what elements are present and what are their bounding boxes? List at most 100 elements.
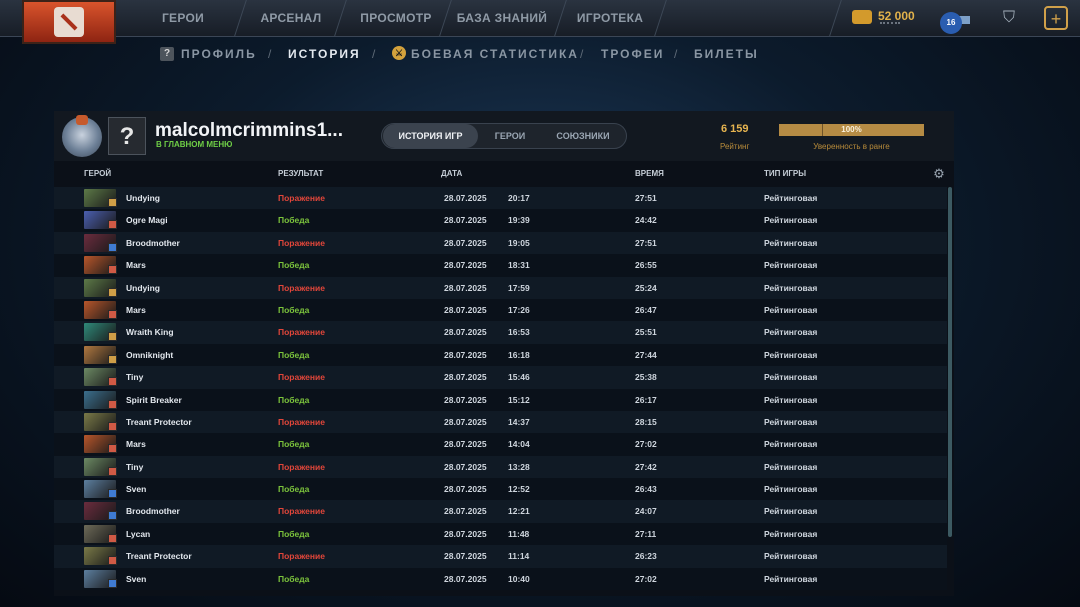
nav-arcade[interactable]: ИГРОТЕКА: [568, 0, 652, 36]
game-type: Рейтинговая: [764, 237, 818, 248]
game-type: Рейтинговая: [764, 439, 818, 450]
currency-amount: 52 000: [878, 9, 915, 23]
match-result: Поражение: [278, 551, 325, 562]
account-level-badge[interactable]: 16: [940, 12, 962, 34]
match-result: Поражение: [278, 372, 325, 383]
match-result: Победа: [278, 394, 310, 405]
hero-name: Treant Protector: [126, 551, 192, 562]
dota-logo-button[interactable]: [22, 0, 116, 44]
table-row[interactable]: Undying Поражение 28.07.2025 20:17 27:51…: [54, 187, 947, 210]
tab-heroes[interactable]: ГЕРОИ: [478, 124, 542, 148]
match-result: Победа: [278, 439, 310, 450]
table-row[interactable]: Treant Protector Поражение 28.07.2025 14…: [54, 410, 947, 434]
subnav-history[interactable]: ИСТОРИЯ: [288, 44, 361, 64]
match-start-time: 13:28: [508, 461, 530, 472]
scrollbar[interactable]: [948, 187, 952, 537]
subnav-profile[interactable]: ПРОФИЛЬ: [181, 44, 257, 64]
nav-heroes[interactable]: ГЕРОИ: [150, 0, 216, 36]
match-duration: 27:02: [635, 439, 657, 450]
table-row[interactable]: Lycan Победа 28.07.2025 11:48 27:11 Рейт…: [54, 522, 947, 546]
match-date: 28.07.2025: [444, 439, 487, 450]
match-date: 28.07.2025: [444, 260, 487, 271]
match-history-panel: ? malcolmcrimmins1... В ГЛАВНОМ МЕНЮ ИСТ…: [54, 111, 954, 596]
match-date: 28.07.2025: [444, 282, 487, 293]
table-row[interactable]: Mars Победа 28.07.2025 17:26 26:47 Рейти…: [54, 298, 947, 322]
match-duration: 26:23: [635, 551, 657, 562]
hero-name: Ogre Magi: [126, 215, 168, 226]
match-duration: 25:51: [635, 327, 657, 338]
subnav-separator: /: [268, 47, 272, 61]
match-result: Поражение: [278, 237, 325, 248]
column-header-result[interactable]: РЕЗУЛЬТАТ: [278, 169, 323, 178]
table-row[interactable]: Mars Победа 28.07.2025 14:04 27:02 Рейти…: [54, 433, 947, 456]
column-header-hero[interactable]: ГЕРОЙ: [84, 169, 111, 178]
hero-name: Mars: [126, 260, 146, 271]
table-row[interactable]: Sven Победа 28.07.2025 10:40 27:02 Рейти…: [54, 567, 947, 591]
table-row[interactable]: Mars Победа 28.07.2025 18:31 26:55 Рейти…: [54, 254, 947, 277]
column-header-duration[interactable]: ВРЕМЯ: [635, 169, 664, 178]
tab-allies[interactable]: СОЮЗНИКИ: [542, 124, 624, 148]
match-date: 28.07.2025: [444, 327, 487, 338]
hero-name: Tiny: [126, 372, 144, 383]
match-date: 28.07.2025: [444, 506, 487, 517]
table-row[interactable]: Undying Поражение 28.07.2025 17:59 25:24…: [54, 276, 947, 299]
table-row[interactable]: Broodmother Поражение 28.07.2025 12:21 2…: [54, 500, 947, 523]
match-date: 28.07.2025: [444, 461, 487, 472]
game-type: Рейтинговая: [764, 484, 818, 495]
table-row[interactable]: Tiny Поражение 28.07.2025 15:46 25:38 Ре…: [54, 366, 947, 389]
game-type: Рейтинговая: [764, 506, 818, 517]
match-result: Поражение: [278, 416, 325, 427]
match-date: 28.07.2025: [444, 237, 487, 248]
match-date: 28.07.2025: [444, 551, 487, 562]
match-duration: 28:15: [635, 416, 657, 427]
game-type: Рейтинговая: [764, 394, 818, 405]
nav-armory[interactable]: АРСЕНАЛ: [250, 0, 332, 36]
role-badge-icon: [108, 287, 117, 297]
gear-icon[interactable]: ⚙: [932, 167, 946, 181]
tab-match-history[interactable]: ИСТОРИЯ ИГР: [383, 124, 478, 148]
table-row[interactable]: Tiny Поражение 28.07.2025 13:28 27:42 Ре…: [54, 455, 947, 479]
match-start-time: 14:37: [508, 416, 530, 427]
table-row[interactable]: Treant Protector Поражение 28.07.2025 11…: [54, 545, 947, 568]
role-badge-icon: [108, 533, 117, 543]
subnav-tickets[interactable]: БИЛЕТЫ: [694, 44, 759, 64]
match-start-time: 12:52: [508, 484, 530, 495]
nav-learn[interactable]: БАЗА ЗНАНИЙ: [452, 0, 552, 36]
match-date: 28.07.2025: [444, 304, 487, 315]
table-row[interactable]: Sven Победа 28.07.2025 12:52 26:43 Рейти…: [54, 478, 947, 501]
subnav-combat-stats[interactable]: БОЕВАЯ СТАТИСТИКА: [411, 44, 579, 64]
role-badge-icon: [108, 421, 117, 431]
role-badge-icon: [108, 377, 117, 387]
match-duration: 26:17: [635, 394, 657, 405]
match-date: 28.07.2025: [444, 394, 487, 405]
avatar[interactable]: ?: [108, 117, 146, 155]
table-row[interactable]: Wraith King Поражение 28.07.2025 16:53 2…: [54, 321, 947, 344]
table-row[interactable]: Ogre Magi Победа 28.07.2025 19:39 24:42 …: [54, 209, 947, 232]
role-badge-icon: [108, 198, 117, 207]
match-result: Победа: [278, 528, 310, 539]
nav-watch[interactable]: ПРОСМОТР: [353, 0, 439, 36]
shield-icon[interactable]: ⛉: [1000, 8, 1018, 28]
role-badge-icon: [108, 466, 117, 476]
match-result: Победа: [278, 349, 310, 360]
column-header-game-type[interactable]: ТИП ИГРЫ: [764, 169, 806, 178]
rank-medal-icon: [62, 115, 102, 157]
role-badge-icon: [108, 511, 117, 521]
match-duration: 24:07: [635, 506, 657, 517]
role-badge-icon: [108, 265, 117, 275]
table-row[interactable]: Spirit Breaker Победа 28.07.2025 15:12 2…: [54, 388, 947, 411]
hero-name: Undying: [126, 282, 160, 293]
player-status: В ГЛАВНОМ МЕНЮ: [156, 140, 233, 149]
hero-name: Lycan: [126, 528, 151, 539]
subnav-trophies[interactable]: ТРОФЕИ: [601, 44, 664, 64]
role-badge-icon: [108, 399, 117, 409]
hero-name: Mars: [126, 439, 146, 450]
column-header-date[interactable]: ДАТА: [441, 169, 462, 178]
table-row[interactable]: Omniknight Победа 28.07.2025 16:18 27:44…: [54, 343, 947, 367]
game-type: Рейтинговая: [764, 416, 818, 427]
plus-icon[interactable]: +: [1044, 6, 1068, 30]
match-start-time: 10:40: [508, 573, 530, 584]
shards-coin-icon: [852, 10, 872, 24]
match-date: 28.07.2025: [444, 349, 487, 360]
table-row[interactable]: Broodmother Поражение 28.07.2025 19:05 2…: [54, 231, 947, 255]
